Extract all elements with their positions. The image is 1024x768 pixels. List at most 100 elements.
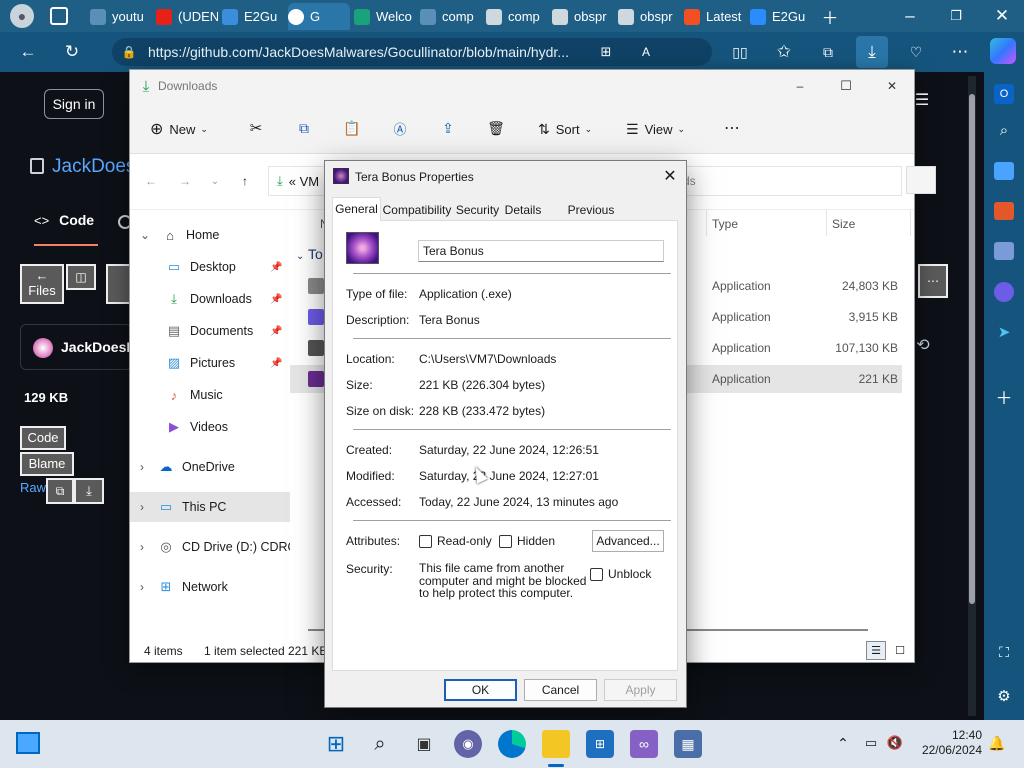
tree-item-this-pc[interactable]: › ▭ This PC	[130, 492, 290, 522]
checkbox-box[interactable]	[499, 535, 512, 549]
screenshot-icon[interactable]: ⛶	[994, 642, 1014, 662]
refresh-icon[interactable]: ↻	[60, 40, 84, 64]
tree-item-videos[interactable]: ▶ Videos	[130, 412, 290, 442]
tab-1[interactable]: (UDEN	[156, 3, 218, 30]
tree-item-cd-drive-d-cdroi[interactable]: › ◎ CD Drive (D:) CDROI	[130, 532, 301, 562]
details-pane-toggle[interactable]	[906, 166, 936, 194]
cut-icon[interactable]: ✂	[246, 118, 266, 138]
tree-item-desktop[interactable]: ▭ Desktop 📌	[130, 252, 290, 282]
tiles-view-icon[interactable]: ☐	[890, 641, 910, 660]
new-tab-button[interactable]: ＋	[818, 4, 842, 28]
nav-up-icon[interactable]: ↑	[236, 172, 254, 190]
file-explorer-taskbar-icon[interactable]	[542, 730, 570, 758]
widgets-icon[interactable]	[16, 732, 40, 754]
explorer-maximize-button[interactable]: ☐	[836, 76, 856, 96]
outlook-icon[interactable]: O	[994, 84, 1014, 104]
profile-avatar[interactable]: ●	[10, 4, 34, 28]
minimize-window-button[interactable]: –	[898, 4, 922, 28]
start-windows-icon[interactable]: ⊞	[322, 730, 350, 758]
recent-locations-icon[interactable]: ⌄	[206, 172, 224, 190]
chat-icon[interactable]: ◉	[454, 730, 482, 758]
edge-taskbar-icon[interactable]	[498, 730, 526, 758]
paste-icon[interactable]: 📋	[342, 118, 362, 138]
add-sidebar-app-icon[interactable]: ＋	[994, 386, 1014, 408]
checkbox-box[interactable]	[419, 535, 432, 549]
unblock-checkbox[interactable]: Unblock	[590, 567, 651, 582]
column-size-header[interactable]: Size	[832, 217, 855, 231]
virtualbox-icon[interactable]: ▦	[674, 730, 702, 758]
show-hidden-icons[interactable]: ⌃	[834, 734, 852, 752]
download-raw-icon[interactable]: ⤓	[74, 478, 104, 504]
file-name-input[interactable]: Tera Bonus	[418, 240, 664, 262]
owner-name[interactable]: JackDoesM	[61, 339, 138, 355]
tabs-icon[interactable]: ⧉	[816, 40, 840, 64]
advanced-button[interactable]: Advanced...	[592, 530, 664, 552]
performance-icon[interactable]: ♡	[904, 40, 928, 64]
copy-icon[interactable]: ⧉	[46, 478, 74, 504]
sort-button[interactable]: ⇅ Sort ⌄	[538, 118, 592, 140]
downloads-icon[interactable]: ⤓	[856, 36, 888, 68]
shopping-tag-icon[interactable]	[994, 162, 1014, 180]
tab-actions-icon[interactable]	[50, 7, 68, 25]
restore-window-button[interactable]: ❐	[944, 4, 968, 28]
view-button[interactable]: ☰ View ⌄	[626, 118, 685, 140]
group-header[interactable]: ⌄ To	[296, 246, 323, 262]
taskbar-search-icon[interactable]: ⌕	[366, 730, 394, 758]
details-view-icon[interactable]: ☰	[866, 641, 886, 660]
tree-item-pictures[interactable]: ▨ Pictures 📌	[130, 348, 290, 378]
task-view-icon[interactable]: ▣	[410, 730, 438, 758]
tab-2[interactable]: E2Gu	[222, 3, 284, 30]
code-view-button[interactable]: Code	[20, 426, 66, 450]
tree-item-home[interactable]: ⌄ ⌂ Home	[130, 220, 290, 250]
column-type-header[interactable]: Type	[712, 217, 738, 231]
tab-general[interactable]: General	[332, 197, 381, 221]
tab-6[interactable]: comp	[486, 3, 548, 30]
raw-link[interactable]: Raw	[20, 480, 46, 495]
panel-toggle-icon[interactable]: ◫	[66, 264, 96, 290]
tree-item-music[interactable]: ♪ Music	[130, 380, 290, 410]
tree-item-onedrive[interactable]: › ☁ OneDrive	[130, 452, 290, 482]
tab-5[interactable]: comp	[420, 3, 482, 30]
chevron-right-icon[interactable]: ›	[140, 580, 144, 594]
nav-forward-icon[interactable]: →	[176, 172, 194, 190]
back-arrow-icon[interactable]: ←	[16, 40, 40, 64]
tab-3[interactable]: G	[288, 3, 350, 30]
tab-7[interactable]: obspr	[552, 3, 614, 30]
chevron-right-icon[interactable]: ›	[140, 540, 144, 554]
menu-icon[interactable]: ☰	[912, 90, 932, 110]
tab-compatibility[interactable]: Compatibility	[381, 199, 453, 220]
cancel-button[interactable]: Cancel	[524, 679, 597, 701]
chevron-down-icon[interactable]: ⌄	[140, 228, 150, 242]
games-icon[interactable]	[994, 242, 1014, 260]
tab-previous-versions[interactable]: Previous Versions	[544, 199, 638, 239]
tab-details[interactable]: Details	[502, 199, 544, 220]
rename-icon[interactable]: Ⓐ	[390, 118, 410, 138]
tab-10[interactable]: E2Gu	[750, 3, 812, 30]
checkbox-box[interactable]	[590, 568, 603, 582]
tree-item-documents[interactable]: ▤ Documents 📌	[130, 316, 290, 346]
close-window-button[interactable]: ✕	[990, 4, 1014, 28]
share-icon[interactable]: ⇪	[438, 118, 458, 138]
address-bar[interactable]: 🔒 https://github.com/JackDoesMalwares/Go…	[112, 38, 712, 66]
tab-9[interactable]: Latest	[684, 3, 746, 30]
tree-item-downloads[interactable]: ⤓ Downloads 📌	[130, 284, 290, 314]
page-scrollbar[interactable]	[968, 76, 976, 716]
read-aloud-icon[interactable]: A	[638, 44, 654, 60]
dialog-close-button[interactable]: ✕	[658, 165, 682, 187]
branch-selector[interactable]	[106, 264, 132, 304]
chevron-right-icon[interactable]: ›	[140, 460, 144, 474]
app-available-icon[interactable]: ⊞	[598, 44, 614, 60]
sign-in-button[interactable]: Sign in	[44, 89, 104, 119]
delete-icon[interactable]: 🗑	[486, 118, 506, 138]
code-tab[interactable]: <> Code	[34, 212, 98, 246]
explorer-minimize-button[interactable]: –	[790, 76, 810, 96]
split-screen-icon[interactable]: ▯▯	[728, 40, 752, 64]
explorer-search-box[interactable]: ds	[670, 166, 902, 196]
see-more-icon[interactable]: ⋯	[720, 118, 744, 138]
explorer-close-button[interactable]: ✕	[882, 76, 902, 96]
visual-studio-icon[interactable]: ∞	[630, 730, 658, 758]
more-actions-icon[interactable]: ⋯	[918, 264, 948, 298]
sidebar-settings-icon[interactable]: ⚙	[994, 686, 1014, 706]
copy-icon[interactable]: ⧉	[294, 118, 314, 138]
network-tray-icon[interactable]: ▭	[862, 734, 880, 752]
